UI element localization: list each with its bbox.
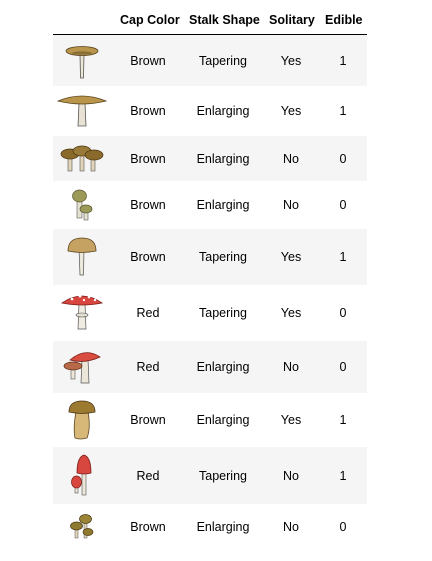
cap-color-cell: Brown: [130, 198, 166, 212]
edible-cell: 0: [339, 360, 347, 374]
cap-color-cell: Brown: [130, 104, 166, 118]
mushroom-pair-red-icon: [53, 341, 111, 393]
edible-cell: 1: [339, 250, 347, 264]
header-solitary: Solitary: [269, 13, 315, 27]
solitary-cell: Yes: [280, 306, 302, 320]
table-row: Brown Enlarging No 0: [53, 504, 367, 550]
stalk-shape-cell: Enlarging: [196, 104, 250, 118]
mushroom-small-cluster-icon: [53, 504, 111, 550]
cap-color-cell: Brown: [130, 151, 166, 166]
solitary-cell: Yes: [280, 104, 302, 118]
solitary-cell: No: [283, 151, 299, 166]
cap-color-cell: Red: [136, 468, 160, 483]
stalk-shape-cell: Enlarging: [196, 198, 250, 212]
solitary-cell: No: [283, 198, 299, 212]
mushroom-pair-olive-icon: [53, 181, 111, 229]
stalk-shape-cell: Tapering: [199, 250, 247, 264]
solitary-cell: Yes: [280, 413, 302, 427]
mushroom-dome-tan-icon: [53, 229, 111, 285]
table-row: Brown Enlarging Yes 1: [53, 393, 367, 447]
table-row: Red Tapering No 1: [53, 447, 367, 504]
edible-cell: 1: [339, 468, 347, 483]
table-row: Brown Tapering Yes 1: [53, 229, 367, 285]
cap-color-cell: Brown: [130, 53, 166, 68]
table-row: Brown Enlarging No 0: [53, 181, 367, 229]
mushroom-fly-agaric-icon: [53, 285, 111, 341]
edible-cell: 1: [339, 53, 347, 68]
table-row: Brown Enlarging Yes 1: [53, 86, 367, 136]
stalk-shape-cell: Tapering: [199, 306, 247, 320]
mushroom-flat-tan-icon: [53, 86, 111, 136]
table-header: Cap Color Stalk Shape Solitary Edible: [53, 0, 367, 35]
table-row: Brown Enlarging No 0: [53, 136, 367, 181]
header-edible: Edible: [325, 13, 363, 27]
solitary-cell: No: [283, 468, 299, 483]
edible-cell: 0: [339, 520, 347, 534]
stalk-shape-cell: Enlarging: [196, 520, 250, 534]
cap-color-cell: Red: [136, 306, 160, 320]
stalk-shape-cell: Enlarging: [196, 151, 250, 166]
stalk-shape-cell: Tapering: [199, 468, 247, 483]
mushroom-table: Cap Color Stalk Shape Solitary Edible Br…: [53, 0, 367, 550]
stalk-shape-cell: Enlarging: [196, 413, 250, 427]
cap-color-cell: Brown: [130, 520, 166, 534]
edible-cell: 1: [339, 104, 347, 118]
header-stalk-shape: Stalk Shape: [189, 13, 260, 27]
edible-cell: 0: [339, 151, 347, 166]
solitary-cell: No: [283, 520, 299, 534]
mushroom-bolete-icon: [53, 393, 111, 447]
table-row: Red Enlarging No 0: [53, 341, 367, 393]
cap-color-cell: Brown: [130, 250, 166, 264]
edible-cell: 0: [339, 306, 347, 320]
cap-color-cell: Brown: [130, 413, 166, 427]
edible-cell: 0: [339, 198, 347, 212]
header-cap-color: Cap Color: [120, 13, 180, 27]
mushroom-red-conical-icon: [53, 447, 111, 504]
stalk-shape-cell: Enlarging: [196, 360, 250, 374]
solitary-cell: Yes: [280, 53, 302, 68]
solitary-cell: No: [283, 360, 299, 374]
stalk-shape-cell: Tapering: [199, 53, 247, 68]
table-row: Brown Tapering Yes 1: [53, 35, 367, 86]
cap-color-cell: Red: [136, 360, 160, 374]
mushroom-cluster-brown-icon: [53, 136, 111, 181]
edible-cell: 1: [339, 413, 347, 427]
mushroom-tall-tan-icon: [53, 35, 111, 86]
table-row: Red Tapering Yes 0: [53, 285, 367, 341]
solitary-cell: Yes: [280, 250, 302, 264]
